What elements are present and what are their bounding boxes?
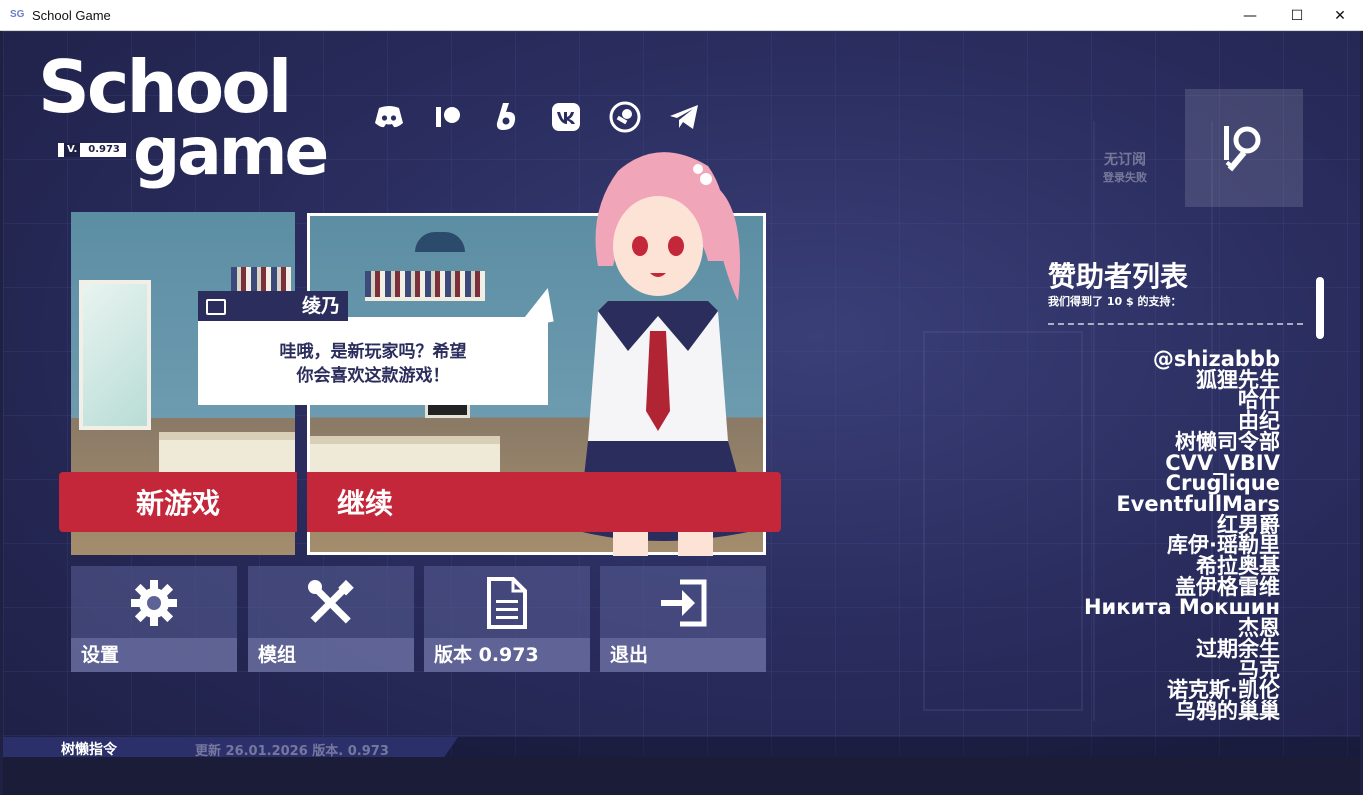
boosty-icon[interactable] [491, 101, 523, 133]
steam-icon[interactable] [609, 101, 641, 133]
sponsor-name: Никита Мокшин [1083, 595, 1280, 620]
close-window-button[interactable]: ✕ [1317, 0, 1363, 31]
continue-label: 继续 [337, 487, 394, 520]
minimize-button[interactable]: — [1227, 0, 1273, 31]
version-badge: V. 0.973 [58, 143, 126, 157]
discord-icon[interactable] [373, 101, 405, 133]
sponsor-name: 杰恩 [1238, 616, 1280, 641]
logo-line2: game [133, 113, 329, 190]
close-icon: ✕ [1334, 7, 1346, 24]
chat-icon [206, 299, 226, 315]
window-title: School Game [32, 8, 111, 23]
sponsor-name: CVV_VBIV [1165, 450, 1280, 475]
version-prefix: V. [64, 143, 81, 157]
sponsor-name: 马克 [1238, 657, 1280, 682]
subscription-status: 无订阅 登录失败 [1103, 149, 1147, 185]
sponsor-list-title: 赞助者列表 [1048, 260, 1189, 293]
sponsor-name: 由纪 [1238, 409, 1280, 434]
game-main-menu: School game V. 0.973 无订阅 登录失败 绫乃 哇哦，是新玩家… [3, 31, 1360, 795]
game-logo: School game V. 0.973 [38, 51, 338, 201]
sponsor-name: EventfullMars [1116, 491, 1280, 516]
exit-button[interactable]: 退出 [600, 566, 766, 672]
maximize-icon: ☐ [1290, 7, 1304, 24]
continue-button[interactable]: 继续 [307, 472, 781, 532]
new-game-label: 新游戏 [135, 487, 220, 520]
sponsor-list-subtitle: 我们得到了 10 $ 的支持： [1048, 295, 1182, 308]
mods-label: 模组 [248, 638, 414, 672]
dialog-line-1: 哇哦，是新玩家吗？希望 [279, 342, 467, 362]
sponsor-name: 盖伊格雷维 [1175, 574, 1280, 599]
subscription-status-text: 无订阅 [1104, 152, 1146, 168]
minimize-icon: — [1243, 7, 1257, 24]
login-status-text: 登录失败 [1103, 171, 1147, 184]
sponsor-name: 红男爵 [1217, 512, 1280, 537]
vk-icon[interactable] [550, 101, 582, 133]
footer-info: 树懒指令 更新 26.01.2026 版本. 0.973 [3, 737, 458, 757]
maximize-button[interactable]: ☐ [1274, 0, 1320, 31]
version-number: 0.973 [88, 144, 120, 155]
sponsor-scrollbar[interactable] [1316, 277, 1324, 339]
gear-icon [127, 576, 181, 630]
app-icon: SG [10, 9, 25, 20]
version-label: 版本 0.973 [424, 638, 590, 672]
sponsor-list[interactable]: @shizabbb 狐狸先生 哈什 由纪 树懒司令部 CVV_VBIV Crug… [1048, 349, 1280, 722]
tools-icon [304, 576, 358, 630]
patreon-icon[interactable] [432, 101, 464, 133]
sponsor-name: 库伊·瑶勒里 [1167, 533, 1280, 558]
exit-label: 退出 [600, 638, 766, 672]
sponsor-name: Cruglique [1165, 471, 1280, 496]
window-titlebar: SG School Game — ☐ ✕ [0, 0, 1363, 31]
version-button[interactable]: 版本 0.973 [424, 566, 590, 672]
exit-icon [656, 576, 710, 630]
settings-label: 设置 [71, 638, 237, 672]
sponsor-name: 过期余生 [1196, 636, 1280, 661]
speech-bubble: 绫乃 哇哦，是新玩家吗？希望 你会喜欢这款游戏！ [198, 291, 548, 405]
sponsor-name: @shizabbb [1152, 347, 1280, 371]
sponsor-name: 诺克斯·凯伦 [1167, 678, 1280, 703]
sponsor-name: 乌鸦的巢巢 [1175, 698, 1280, 723]
patreon-key-icon [1224, 126, 1261, 172]
team-name: 树懒指令 [61, 742, 117, 758]
sponsor-divider [1048, 323, 1303, 325]
sponsor-name: 狐狸先生 [1196, 367, 1280, 392]
login-button[interactable] [1185, 89, 1303, 207]
sponsor-name: 树懒司令部 [1175, 429, 1280, 454]
new-game-button[interactable]: 新游戏 [59, 472, 297, 532]
dialog-line-2: 你会喜欢这款游戏！ [296, 366, 450, 386]
sponsor-name: 希拉奥基 [1196, 554, 1280, 579]
sponsor-name: 哈什 [1238, 388, 1280, 413]
mods-button[interactable]: 模组 [248, 566, 414, 672]
telegram-icon[interactable] [668, 101, 700, 133]
document-icon [480, 576, 534, 630]
footer-bar [3, 757, 1360, 795]
settings-button[interactable]: 设置 [71, 566, 237, 672]
social-links [373, 101, 700, 133]
